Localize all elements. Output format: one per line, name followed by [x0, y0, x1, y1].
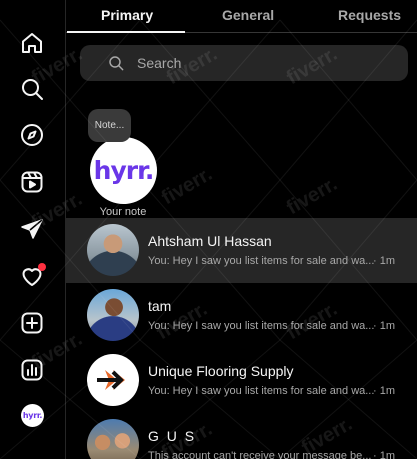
conversation-time: · 1m	[373, 385, 395, 397]
home-icon[interactable]	[20, 31, 44, 55]
conversation-name: tam	[148, 298, 172, 314]
search-bar[interactable]	[80, 45, 408, 81]
avatar	[87, 419, 139, 459]
watermark-text: fiverr.	[282, 172, 342, 220]
your-note-avatar[interactable]: hyrr.	[90, 137, 157, 204]
messages-icon[interactable]	[20, 217, 44, 241]
reels-icon[interactable]	[20, 170, 44, 194]
conversation-name: Unique Flooring Supply	[148, 363, 294, 379]
profile-avatar-logo: hyrr.	[22, 411, 43, 420]
tab-general[interactable]: General	[222, 7, 274, 23]
watermark-text: fiverr.	[157, 162, 217, 210]
avatar	[87, 354, 139, 406]
conversation-item[interactable]: Ahtsham Ul Hassan You: Hey I saw you lis…	[66, 218, 417, 283]
create-icon[interactable]	[20, 311, 44, 335]
search-input[interactable]	[137, 45, 387, 81]
notification-badge	[38, 263, 46, 271]
active-tab-indicator	[67, 31, 185, 33]
explore-icon[interactable]	[20, 123, 44, 147]
profile-avatar[interactable]: hyrr.	[21, 404, 44, 427]
left-nav-rail: hyrr.	[0, 0, 66, 459]
conversation-preview: You: Hey I saw you list items for sale a…	[148, 385, 375, 397]
avatar	[87, 224, 139, 276]
tab-requests[interactable]: Requests	[338, 7, 401, 23]
search-field-icon	[109, 56, 124, 71]
dashboard-icon[interactable]	[20, 358, 44, 382]
conversation-preview: This account can't receive your message …	[148, 450, 372, 459]
inbox-tabs: Primary General Requests	[66, 0, 417, 33]
conversation-time: · 1m	[373, 320, 395, 332]
conversation-name: G U S	[148, 428, 197, 444]
tab-primary[interactable]: Primary	[101, 7, 153, 23]
conversation-name: Ahtsham Ul Hassan	[148, 233, 272, 249]
flooring-logo-icon	[97, 370, 125, 390]
conversation-time: · 1m	[373, 450, 395, 459]
your-note-avatar-logo: hyrr.	[93, 156, 155, 185]
avatar	[87, 289, 139, 341]
conversation-time: · 1m	[373, 255, 395, 267]
search-icon[interactable]	[20, 77, 44, 101]
note-bubble[interactable]: Note...	[88, 109, 131, 142]
conversation-item[interactable]: Unique Flooring Supply You: Hey I saw yo…	[66, 348, 417, 413]
conversation-item[interactable]: tam You: Hey I saw you list items for sa…	[66, 283, 417, 348]
conversation-preview: You: Hey I saw you list items for sale a…	[148, 255, 375, 267]
conversation-item[interactable]: G U S This account can't receive your me…	[66, 413, 417, 459]
conversation-preview: You: Hey I saw you list items for sale a…	[148, 320, 375, 332]
your-note-label: Your note	[99, 206, 147, 218]
notifications-icon[interactable]	[20, 263, 46, 288]
